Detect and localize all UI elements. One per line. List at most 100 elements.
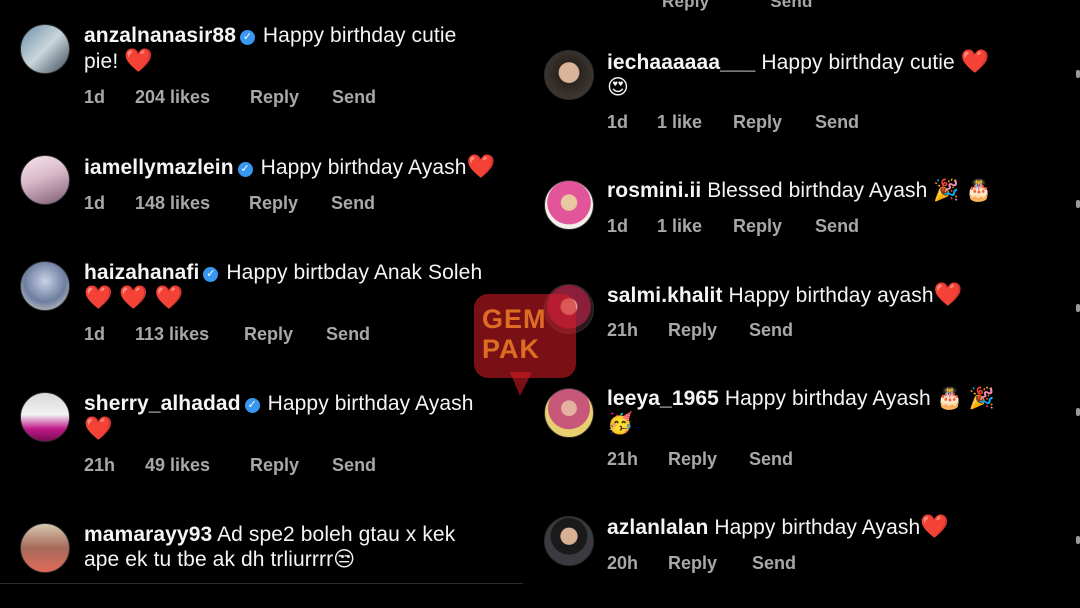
timestamp: 1d [84,87,106,107]
avatar[interactable] [20,523,70,573]
likes-count[interactable]: 148 likes [135,193,244,214]
heart-emoji-icon: ❤️ [124,47,153,73]
likes-count[interactable]: 1 like [657,216,728,237]
comment-body: Happy birthday Ayash [724,387,931,410]
heart-emoji-icon: ❤️ [84,415,113,441]
like-heart-icon[interactable] [1076,536,1080,544]
send-button[interactable]: Send [815,216,859,237]
unamused-emoji-icon: 😒 [333,548,356,571]
divider [0,583,523,584]
likes-count[interactable]: 204 likes [135,87,245,108]
reply-button[interactable]: Reply [249,193,326,214]
verified-badge-icon: ✓ [239,30,255,45]
send-button[interactable]: Send [331,193,375,214]
heart-eyes-emoji-icon: 😍 [607,76,629,99]
avatar[interactable] [20,24,70,74]
comment-meta: 1d 1 like Reply Send [607,216,859,237]
verified-badge-icon: ✓ [203,267,219,282]
likes-count[interactable]: 49 likes [145,455,245,476]
username[interactable]: azlanlalan [607,516,708,539]
reply-button[interactable]: Reply [668,449,744,470]
avatar[interactable] [20,261,70,311]
comment-body: Happy birthday cutie [761,51,955,74]
username[interactable]: salmi.khalit [607,284,723,307]
send-button[interactable]: Send [332,455,376,476]
comment-text: haizahanafi ✓ Happy birtbday Anak Soleh ❤… [84,260,524,311]
party-cake-emoji-icon: 🎉 🎂 [933,179,992,202]
comment-body: Happy birtbday Anak Soleh [226,261,483,284]
send-button[interactable]: Send [815,112,859,133]
comment-body: Happy birthday Ayash [260,156,467,179]
reply-button[interactable]: Reply [733,216,810,237]
comment-meta: 20h Reply Send [607,553,796,574]
reply-button[interactable]: Reply [250,87,327,108]
comment-body: Ad spe2 boleh gtau x kek [217,523,456,546]
username[interactable]: anzalnanasir88 [84,24,236,47]
cake-party-emoji-icon: 🎂 🎉 [936,387,996,410]
comment-meta: 21h Reply Send [607,320,793,341]
avatar[interactable] [544,50,594,100]
reply-button[interactable]: Reply [668,553,747,574]
verified-badge-icon: ✓ [244,398,260,413]
comment-body: Happy birthday Ayash [267,392,474,415]
timestamp: 1d [84,193,106,213]
like-heart-icon[interactable] [1076,408,1080,416]
username[interactable]: sherry_alhadad [84,392,241,415]
watermark-tail [510,372,532,396]
username[interactable]: haizahanafi [84,261,199,284]
comment-body: Happy birthday cutie [262,24,457,47]
comment-body: Blessed birthday Ayash [707,179,928,202]
send-button[interactable]: Send [749,320,793,341]
comment-text: rosmini.ii Blessed birthday Ayash 🎉 🎂 [607,178,1057,203]
comment-text: anzalnanasir88 ✓ Happy birthday cutie pie… [84,23,504,74]
comment-body: Happy birthday ayash [728,284,934,307]
watermark-text: GEM PAK [482,304,547,364]
comment-text: sherry_alhadad ✓ Happy birthday Ayash ❤️ [84,391,524,442]
username[interactable]: leeya_1965 [607,387,719,410]
avatar[interactable] [544,388,594,438]
like-heart-icon[interactable] [1076,70,1080,78]
send-button[interactable]: Send [326,324,370,345]
comment-text: leeya_1965 Happy birthday Ayash 🎂 🎉 🥳 [607,386,1057,436]
username[interactable]: rosmini.ii [607,179,701,202]
comment-body-line2: ape ek tu tbe ak dh trliurrrr [84,548,334,571]
comment-meta: 1d 1 like Reply Send [607,112,859,133]
reply-button[interactable]: Reply [244,324,321,345]
send-button[interactable]: Send [332,87,376,108]
comment-meta: 21h Reply Send [607,449,793,470]
comment-body: Happy birthday Ayash [714,516,921,539]
heart-emoji-icon: ❤️ [960,48,990,74]
left-comments-panel: anzalnanasir88 ✓ Happy birthday cutie pie… [0,0,527,608]
avatar[interactable] [544,180,594,230]
username[interactable]: iechaaaaaa___ [607,51,755,74]
timestamp: 21h [607,320,639,340]
reply-button[interactable]: Reply [733,112,810,133]
avatar[interactable] [20,392,70,442]
timestamp: 21h [607,449,639,469]
gempak-watermark-logo: GEM PAK [474,294,576,396]
comment-text: azlanlalan Happy birthday Ayash❤️ [607,514,1057,540]
username[interactable]: iamellymazlein [84,156,234,179]
likes-count[interactable]: 113 likes [135,324,239,345]
like-heart-icon[interactable] [1076,304,1080,312]
comment-text: mamarayy93 Ad spe2 boleh gtau x kek ape … [84,522,524,572]
send-button[interactable]: Send [749,449,793,470]
heart-emoji-icon: ❤️ [920,513,949,539]
reply-button[interactable]: Reply [250,455,327,476]
partying-face-emoji-icon: 🥳 [607,412,634,435]
avatar[interactable] [544,516,594,566]
reply-button[interactable]: Reply [668,320,744,341]
send-button[interactable]: Send [752,553,796,574]
comment-text: iechaaaaaa___ Happy birthday cutie ❤️ 😍 [607,49,1057,100]
timestamp: 1d [607,216,629,236]
comment-meta: 1d 148 likes Reply Send [84,193,375,214]
avatar[interactable] [20,155,70,205]
right-comments-panel: iechaaaaaa___ Happy birthday cutie ❤️ 😍 … [527,0,1080,608]
comment-meta: 1d 204 likes Reply Send [84,87,376,108]
likes-count[interactable]: 1 like [657,112,728,133]
like-heart-icon[interactable] [1076,200,1080,208]
comment-meta: 21h 49 likes Reply Send [84,455,376,476]
username[interactable]: mamarayy93 [84,523,212,546]
verified-badge-icon: ✓ [237,162,253,177]
comment-text: iamellymazlein ✓ Happy birthday Ayash❤️ [84,154,524,180]
